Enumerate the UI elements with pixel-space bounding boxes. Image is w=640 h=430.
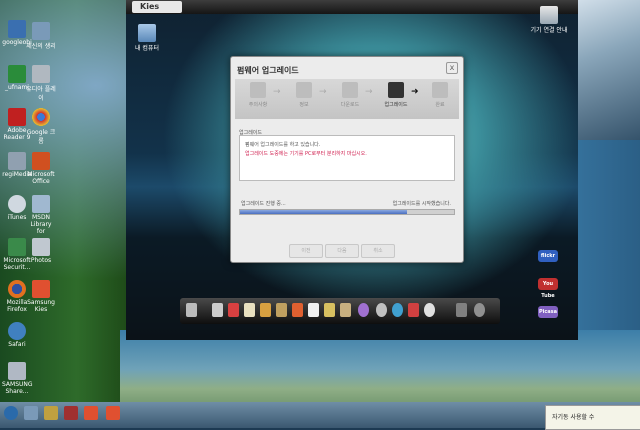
kies-taskbar-icon[interactable] (84, 406, 98, 420)
arrow-right-icon: ➜ (411, 87, 419, 97)
start-icon[interactable] (4, 406, 18, 420)
arrow-right-icon: → (273, 87, 281, 97)
app-icon (8, 362, 26, 380)
progress-bar (239, 209, 455, 215)
dialog-title: 펌웨어 업그레이드 (237, 66, 299, 75)
desktop-icon[interactable]: Google 크롬 (26, 108, 56, 145)
tree-icon[interactable] (212, 303, 223, 317)
music-icon[interactable] (292, 303, 303, 317)
step-upgrade: 업그레이드 (379, 82, 413, 108)
message-box: 펌웨어 업그레이드를 하고 있습니다. 업그레이드 도중에는 기기를 PC로부터… (239, 135, 455, 181)
taskbar (0, 402, 640, 428)
download-step-icon (342, 82, 358, 98)
cd-icon[interactable] (424, 303, 435, 317)
video-icon[interactable] (324, 303, 335, 317)
app-icon (8, 238, 26, 256)
lens-icon[interactable] (358, 303, 369, 317)
notification-text: 자기동 사용할 수 (552, 414, 595, 421)
message-icon[interactable] (276, 303, 287, 317)
app-icon (8, 152, 26, 170)
desktop-icon[interactable]: Photos (26, 238, 56, 264)
computer-icon (138, 24, 156, 42)
step-download: 다운로드 (333, 82, 367, 108)
app-icon (32, 195, 50, 213)
chrome-icon (32, 108, 50, 126)
app-icon (32, 65, 50, 83)
step-info: 정보 (287, 82, 321, 108)
progress-status: 업그레이드를 시작했습니다. (392, 201, 451, 207)
youtube-widget[interactable]: You Tube (538, 278, 558, 299)
firefox-icon (8, 280, 26, 298)
info-step-icon (296, 82, 312, 98)
prev-button[interactable]: 이전 (289, 244, 323, 258)
upgrade-steps: 주의사항 → 정보 → 다운로드 → 업그레이드 ➜ 완료 (235, 79, 459, 119)
step-complete: 완료 (423, 82, 457, 108)
media-icon[interactable] (64, 406, 78, 420)
desktop-icon[interactable]: Safari (2, 322, 32, 348)
external-link-icon[interactable] (186, 303, 197, 317)
next-button[interactable]: 다음 (325, 244, 359, 258)
kies-icon (32, 280, 50, 298)
message-line: 펌웨어 업그레이드를 하고 있습니다. (245, 142, 321, 148)
globe-icon[interactable] (392, 303, 403, 317)
app-icon (8, 65, 26, 83)
flickr-widget[interactable]: flickr (538, 250, 558, 262)
store-icon[interactable] (408, 303, 419, 317)
arrow-right-icon: → (365, 87, 373, 97)
office-icon (32, 152, 50, 170)
photos-icon (32, 238, 50, 256)
desktop-icon[interactable]: Samsung Kies (26, 280, 56, 313)
kies-taskbar-icon[interactable] (106, 406, 120, 420)
kies-tab[interactable]: Kies (132, 1, 182, 13)
itunes-icon (8, 195, 26, 213)
ie-icon[interactable] (24, 406, 38, 420)
warning-line: 업그레이드 도중에는 기기를 PC로부터 분리하지 마십시오. (245, 151, 367, 157)
phone-step-icon (388, 82, 404, 98)
desktop-icon[interactable]: Microsoft Office (26, 152, 56, 185)
pdf-icon (8, 108, 26, 126)
kies-titlebar: Kies (126, 0, 578, 14)
desktop-icon[interactable]: 유디아 플레이 (26, 65, 56, 102)
memo-icon[interactable] (244, 303, 255, 317)
complete-step-icon (432, 82, 448, 98)
progress-label: 업그레이드 진행 중... (241, 201, 286, 207)
device-icon (540, 6, 558, 24)
caution-step-icon (250, 82, 266, 98)
progress-fill (240, 210, 407, 214)
schedule-icon[interactable] (260, 303, 271, 317)
desktop-icon[interactable]: 제신의 생리 (26, 22, 56, 50)
firmware-upgrade-dialog: 펌웨어 업그레이드 x 주의사항 → 정보 → 다운로드 → 업그레이드 ➜ 완… (230, 56, 464, 263)
cancel-button[interactable]: 취소 (361, 244, 395, 258)
step-caution: 주의사항 (241, 82, 275, 108)
tray-notification[interactable]: 자기동 사용할 수 (545, 405, 640, 430)
device-icon[interactable] (456, 303, 467, 317)
contacts-icon[interactable] (228, 303, 239, 317)
gear-icon[interactable] (474, 303, 485, 317)
arrow-right-icon: → (319, 87, 327, 97)
kies-dock (180, 298, 500, 324)
my-computer-shortcut[interactable]: 내 컴퓨터 (132, 24, 162, 52)
photo-icon[interactable] (308, 303, 319, 317)
folder-icon[interactable] (44, 406, 58, 420)
close-button[interactable]: x (446, 62, 458, 74)
podcast-icon[interactable] (340, 303, 351, 317)
desktop-icon[interactable]: SAMSUNG Share... (2, 362, 33, 395)
picasa-widget[interactable]: Picasa (538, 306, 558, 318)
safari-icon (8, 322, 26, 340)
sync-icon[interactable] (376, 303, 387, 317)
app-icon (8, 20, 26, 38)
app-icon (32, 22, 50, 40)
device-disconnect-shortcut[interactable]: 기기 연결 안내 (526, 6, 572, 34)
desktop-icon[interactable]: MSDN Library for (26, 195, 56, 235)
